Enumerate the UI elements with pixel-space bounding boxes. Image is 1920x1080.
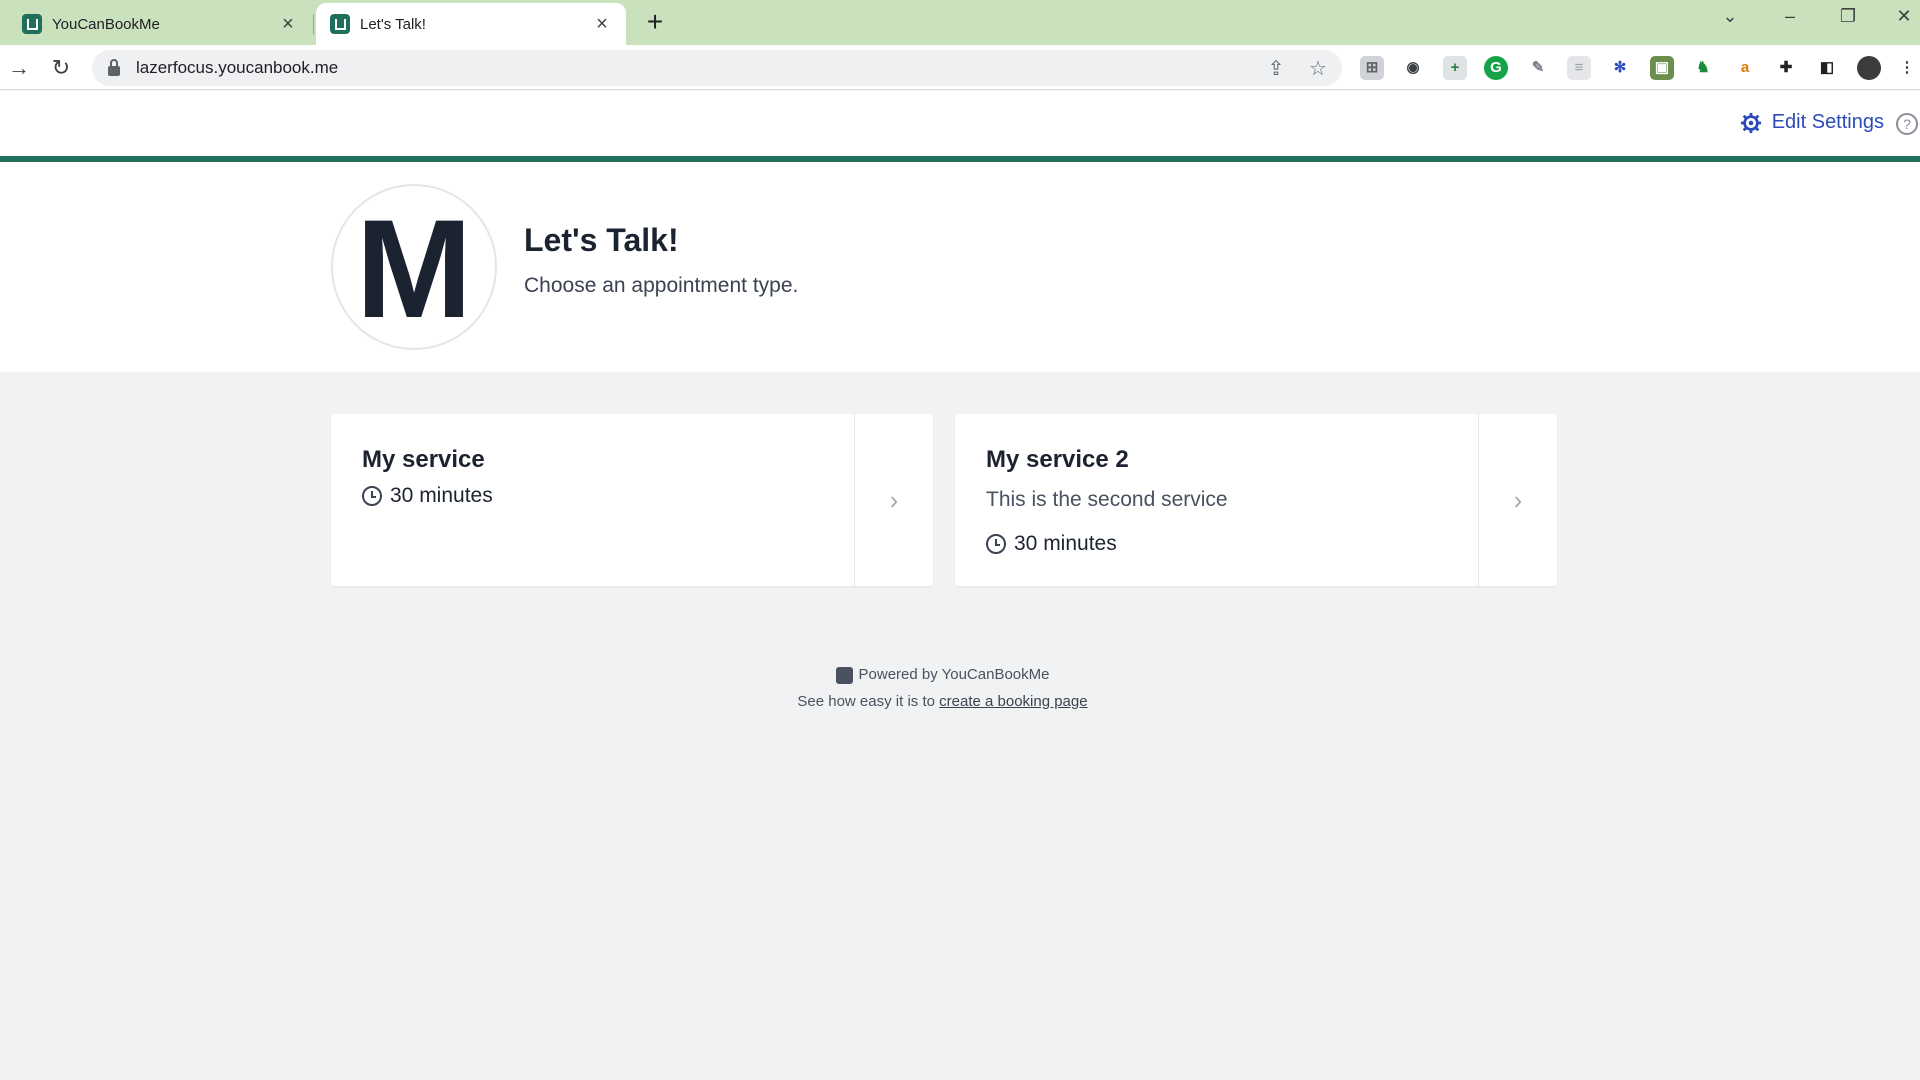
amazon-icon[interactable]: a [1733, 56, 1757, 80]
menu-icon[interactable]: ⋮ [1898, 56, 1916, 80]
service-card-body[interactable]: My service 2 This is the second service … [955, 414, 1478, 586]
chevron-right-icon[interactable]: › [854, 414, 933, 586]
url-text: lazerfocus.youcanbook.me [136, 58, 339, 77]
lock-icon [108, 58, 120, 76]
create-booking-page-link[interactable]: create a booking page [939, 693, 1087, 710]
avatar: M [331, 184, 497, 350]
help-icon[interactable]: ? [1896, 113, 1918, 135]
tab-title: Let's Talk! [360, 15, 426, 33]
grammarly-icon[interactable]: G [1484, 56, 1508, 80]
bookmark-star-icon[interactable]: ☆ [1306, 57, 1330, 81]
extension-icon[interactable]: + [1443, 56, 1467, 80]
extension-icon[interactable]: ≡ [1567, 56, 1591, 80]
youcanbookme-logo-icon [835, 666, 853, 684]
service-name: My service 2 [986, 446, 1129, 473]
youcanbookme-favicon-icon [22, 14, 42, 34]
service-duration: 30 minutes [362, 484, 823, 508]
tab-search-chevron-icon[interactable]: ⌄ [1710, 6, 1750, 36]
powered-by-text: Powered by YouCanBookMe [858, 666, 1050, 683]
sidepanel-icon[interactable]: ◧ [1815, 56, 1839, 80]
profile-avatar[interactable] [1857, 56, 1881, 80]
reload-icon[interactable]: ↻ [46, 53, 76, 83]
gear-icon [1740, 112, 1761, 133]
page-header: Edit Settings ? [0, 91, 1920, 162]
youcanbookme-favicon-icon [330, 14, 350, 34]
evernote-icon[interactable]: ♞ [1691, 56, 1715, 80]
clock-icon [362, 486, 382, 506]
service-card-my-service[interactable]: My service 30 minutes › [331, 414, 933, 586]
duration-text: 30 minutes [1014, 532, 1117, 555]
browser-tab-youcanbookme[interactable]: YouCanBookMe × [8, 3, 312, 45]
forward-arrow-icon[interactable]: → [4, 53, 34, 83]
extension-icon[interactable]: ▣ [1650, 56, 1674, 80]
minimize-icon[interactable]: – [1770, 6, 1810, 36]
service-duration: 30 minutes [986, 532, 1447, 556]
service-card-body[interactable]: My service 30 minutes [331, 414, 854, 586]
clock-icon [986, 534, 1006, 554]
chevron-right-icon[interactable]: › [1478, 414, 1557, 586]
powered-by: Powered by YouCanBookMe [835, 664, 1050, 686]
avatar-letter: M [355, 190, 473, 347]
page-title: Let's Talk! [524, 222, 679, 258]
window-close-icon[interactable]: ✕ [1888, 6, 1920, 36]
page-subtitle: Choose an appointment type. [524, 274, 799, 297]
service-card-my-service-2[interactable]: My service 2 This is the second service … [955, 414, 1557, 586]
edit-settings-link[interactable]: Edit Settings [1740, 111, 1884, 134]
hero-section: M Let's Talk! Choose an appointment type… [0, 162, 1920, 372]
password-icon[interactable]: ◉ [1401, 56, 1425, 80]
page-footer: Powered by YouCanBookMe See how easy it … [0, 664, 1885, 713]
browser-tab-lets-talk[interactable]: Let's Talk! × [316, 3, 626, 45]
tab-divider [313, 14, 314, 34]
new-tab-button[interactable]: + [640, 8, 670, 38]
close-tab-icon[interactable]: × [278, 13, 298, 35]
extension-icon[interactable]: ⊞ [1360, 56, 1384, 80]
puzzle-icon[interactable]: ✚ [1774, 56, 1798, 80]
edit-settings-label: Edit Settings [1771, 111, 1884, 133]
snowflake-icon[interactable]: ✻ [1608, 56, 1632, 80]
service-description: This is the second service [986, 488, 1228, 511]
share-icon[interactable]: ⇪ [1264, 57, 1288, 81]
browser-toolbar: → ↻ lazerfocus.youcanbook.me ⇪ ☆ [0, 45, 1920, 90]
tab-title: YouCanBookMe [52, 15, 160, 33]
service-name: My service [362, 446, 485, 473]
browser-tabstrip: YouCanBookMe × Let's Talk! × + ⌄ – ❐ ✕ [0, 0, 1920, 45]
footer-cta: See how easy it is to create a booking p… [0, 691, 1885, 713]
restore-icon[interactable]: ❐ [1828, 6, 1868, 36]
close-tab-icon[interactable]: × [592, 13, 612, 35]
notes-icon[interactable]: ✎ [1526, 56, 1550, 80]
footer-cta-text: See how easy it is to [797, 692, 935, 710]
address-bar[interactable]: lazerfocus.youcanbook.me ⇪ ☆ [92, 50, 1342, 86]
duration-text: 30 minutes [390, 484, 493, 507]
